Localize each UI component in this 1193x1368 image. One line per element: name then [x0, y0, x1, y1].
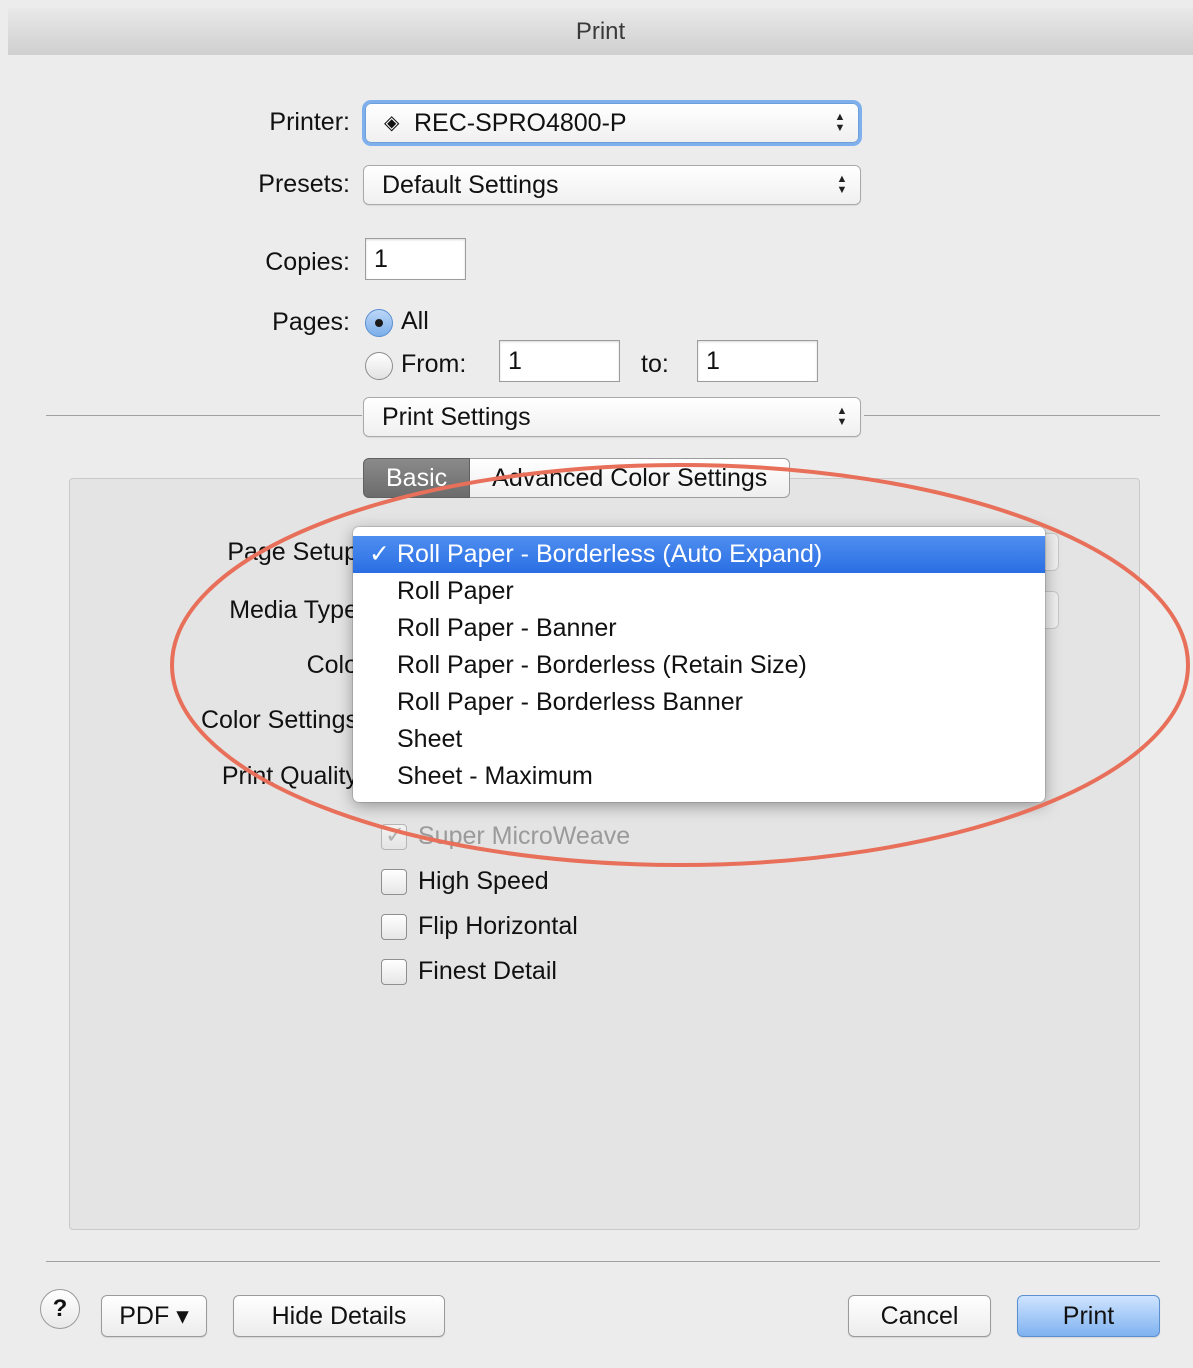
finest-detail-label: Finest Detail [418, 957, 557, 985]
presets-popup[interactable]: Default Settings ▲ ▼ [363, 165, 861, 205]
menu-item-roll-paper-borderless-auto-expand[interactable]: ✓ Roll Paper - Borderless (Auto Expand) [353, 536, 1045, 573]
checkmark-icon: ✓ [385, 822, 406, 849]
section-popup-value: Print Settings [382, 403, 531, 431]
menu-item-label: Roll Paper - Banner [397, 614, 617, 642]
menu-item-label: Roll Paper - Borderless (Auto Expand) [397, 540, 823, 568]
pages-all-label: All [401, 307, 429, 335]
printer-popup[interactable]: ◈ REC-SPRO4800-P ▲ ▼ [365, 103, 859, 143]
super-microweave-label: Super MicroWeave [418, 822, 631, 850]
menu-item-roll-paper-borderless-retain-size[interactable]: Roll Paper - Borderless (Retain Size) [353, 647, 1045, 684]
print-button[interactable]: Print [1017, 1295, 1160, 1337]
tab-bar: Basic Advanced Color Settings [363, 458, 791, 498]
finest-detail-checkbox[interactable] [381, 959, 407, 985]
high-speed-label: High Speed [418, 867, 549, 895]
pages-from-radio[interactable] [365, 352, 393, 380]
menu-item-label: Roll Paper - Borderless (Retain Size) [397, 651, 807, 679]
printer-value: REC-SPRO4800-P [414, 109, 627, 137]
media-type-label: Media Type [229, 596, 358, 624]
presets-label: Presets: [258, 170, 350, 198]
pdf-button[interactable]: PDF ▾ [101, 1295, 207, 1337]
page-setup-label: Page Setup [227, 538, 358, 566]
super-microweave-checkbox[interactable]: ✓ [381, 822, 407, 850]
footer-divider [46, 1261, 1160, 1262]
copies-label: Copies: [265, 248, 350, 276]
popup-arrows-icon: ▲ ▼ [834, 111, 846, 134]
menu-item-roll-paper[interactable]: Roll Paper [353, 573, 1045, 610]
flip-horizontal-checkbox[interactable] [381, 914, 407, 940]
help-button[interactable]: ? [40, 1289, 80, 1329]
printer-icon: ◈ [384, 112, 400, 134]
checkmark-icon: ✓ [369, 540, 390, 568]
pages-from-label: From: [401, 350, 467, 378]
menu-item-roll-paper-borderless-banner[interactable]: Roll Paper - Borderless Banner [353, 684, 1045, 721]
pages-all-radio[interactable] [365, 309, 393, 337]
menu-item-sheet[interactable]: Sheet [353, 721, 1045, 758]
print-dialog: Printer: ◈ REC-SPRO4800-P ▲ ▼ Presets: De… [8, 55, 1193, 1368]
menu-item-roll-paper-banner[interactable]: Roll Paper - Banner [353, 610, 1045, 647]
menu-item-label: Sheet [397, 725, 463, 753]
menu-item-label: Roll Paper - Borderless Banner [397, 688, 743, 716]
window-title: Print [8, 8, 1193, 56]
page-setup-menu: ✓ Roll Paper - Borderless (Auto Expand) … [353, 527, 1045, 802]
pages-label: Pages: [272, 308, 350, 336]
print-quality-label: Print Quality [221, 762, 358, 790]
popup-arrows-icon: ▲ ▼ [836, 405, 848, 428]
cancel-button[interactable]: Cancel [848, 1295, 991, 1337]
tab-basic[interactable]: Basic [363, 458, 471, 498]
section-popup[interactable]: Print Settings ▲ ▼ [363, 397, 861, 437]
copies-field[interactable]: 1 [365, 238, 466, 280]
menu-item-label: Roll Paper [397, 577, 514, 605]
tab-advanced-color-settings[interactable]: Advanced Color Settings [470, 458, 791, 498]
printer-label: Printer: [269, 108, 350, 136]
menu-item-sheet-maximum[interactable]: Sheet - Maximum [353, 758, 1045, 795]
hide-details-button[interactable]: Hide Details [233, 1295, 445, 1337]
color-label: Colo [306, 651, 358, 679]
high-speed-checkbox[interactable] [381, 869, 407, 895]
presets-value: Default Settings [382, 171, 559, 199]
flip-horizontal-label: Flip Horizontal [418, 912, 578, 940]
pages-to-label: to: [641, 350, 669, 378]
pages-to-field[interactable]: 1 [697, 340, 818, 382]
color-settings-label: Color Settings [200, 706, 358, 734]
section-divider-left [46, 415, 362, 416]
pages-from-field[interactable]: 1 [499, 340, 620, 382]
section-divider-right [864, 415, 1160, 416]
popup-arrows-icon: ▲ ▼ [836, 173, 848, 196]
menu-item-label: Sheet - Maximum [397, 762, 593, 790]
